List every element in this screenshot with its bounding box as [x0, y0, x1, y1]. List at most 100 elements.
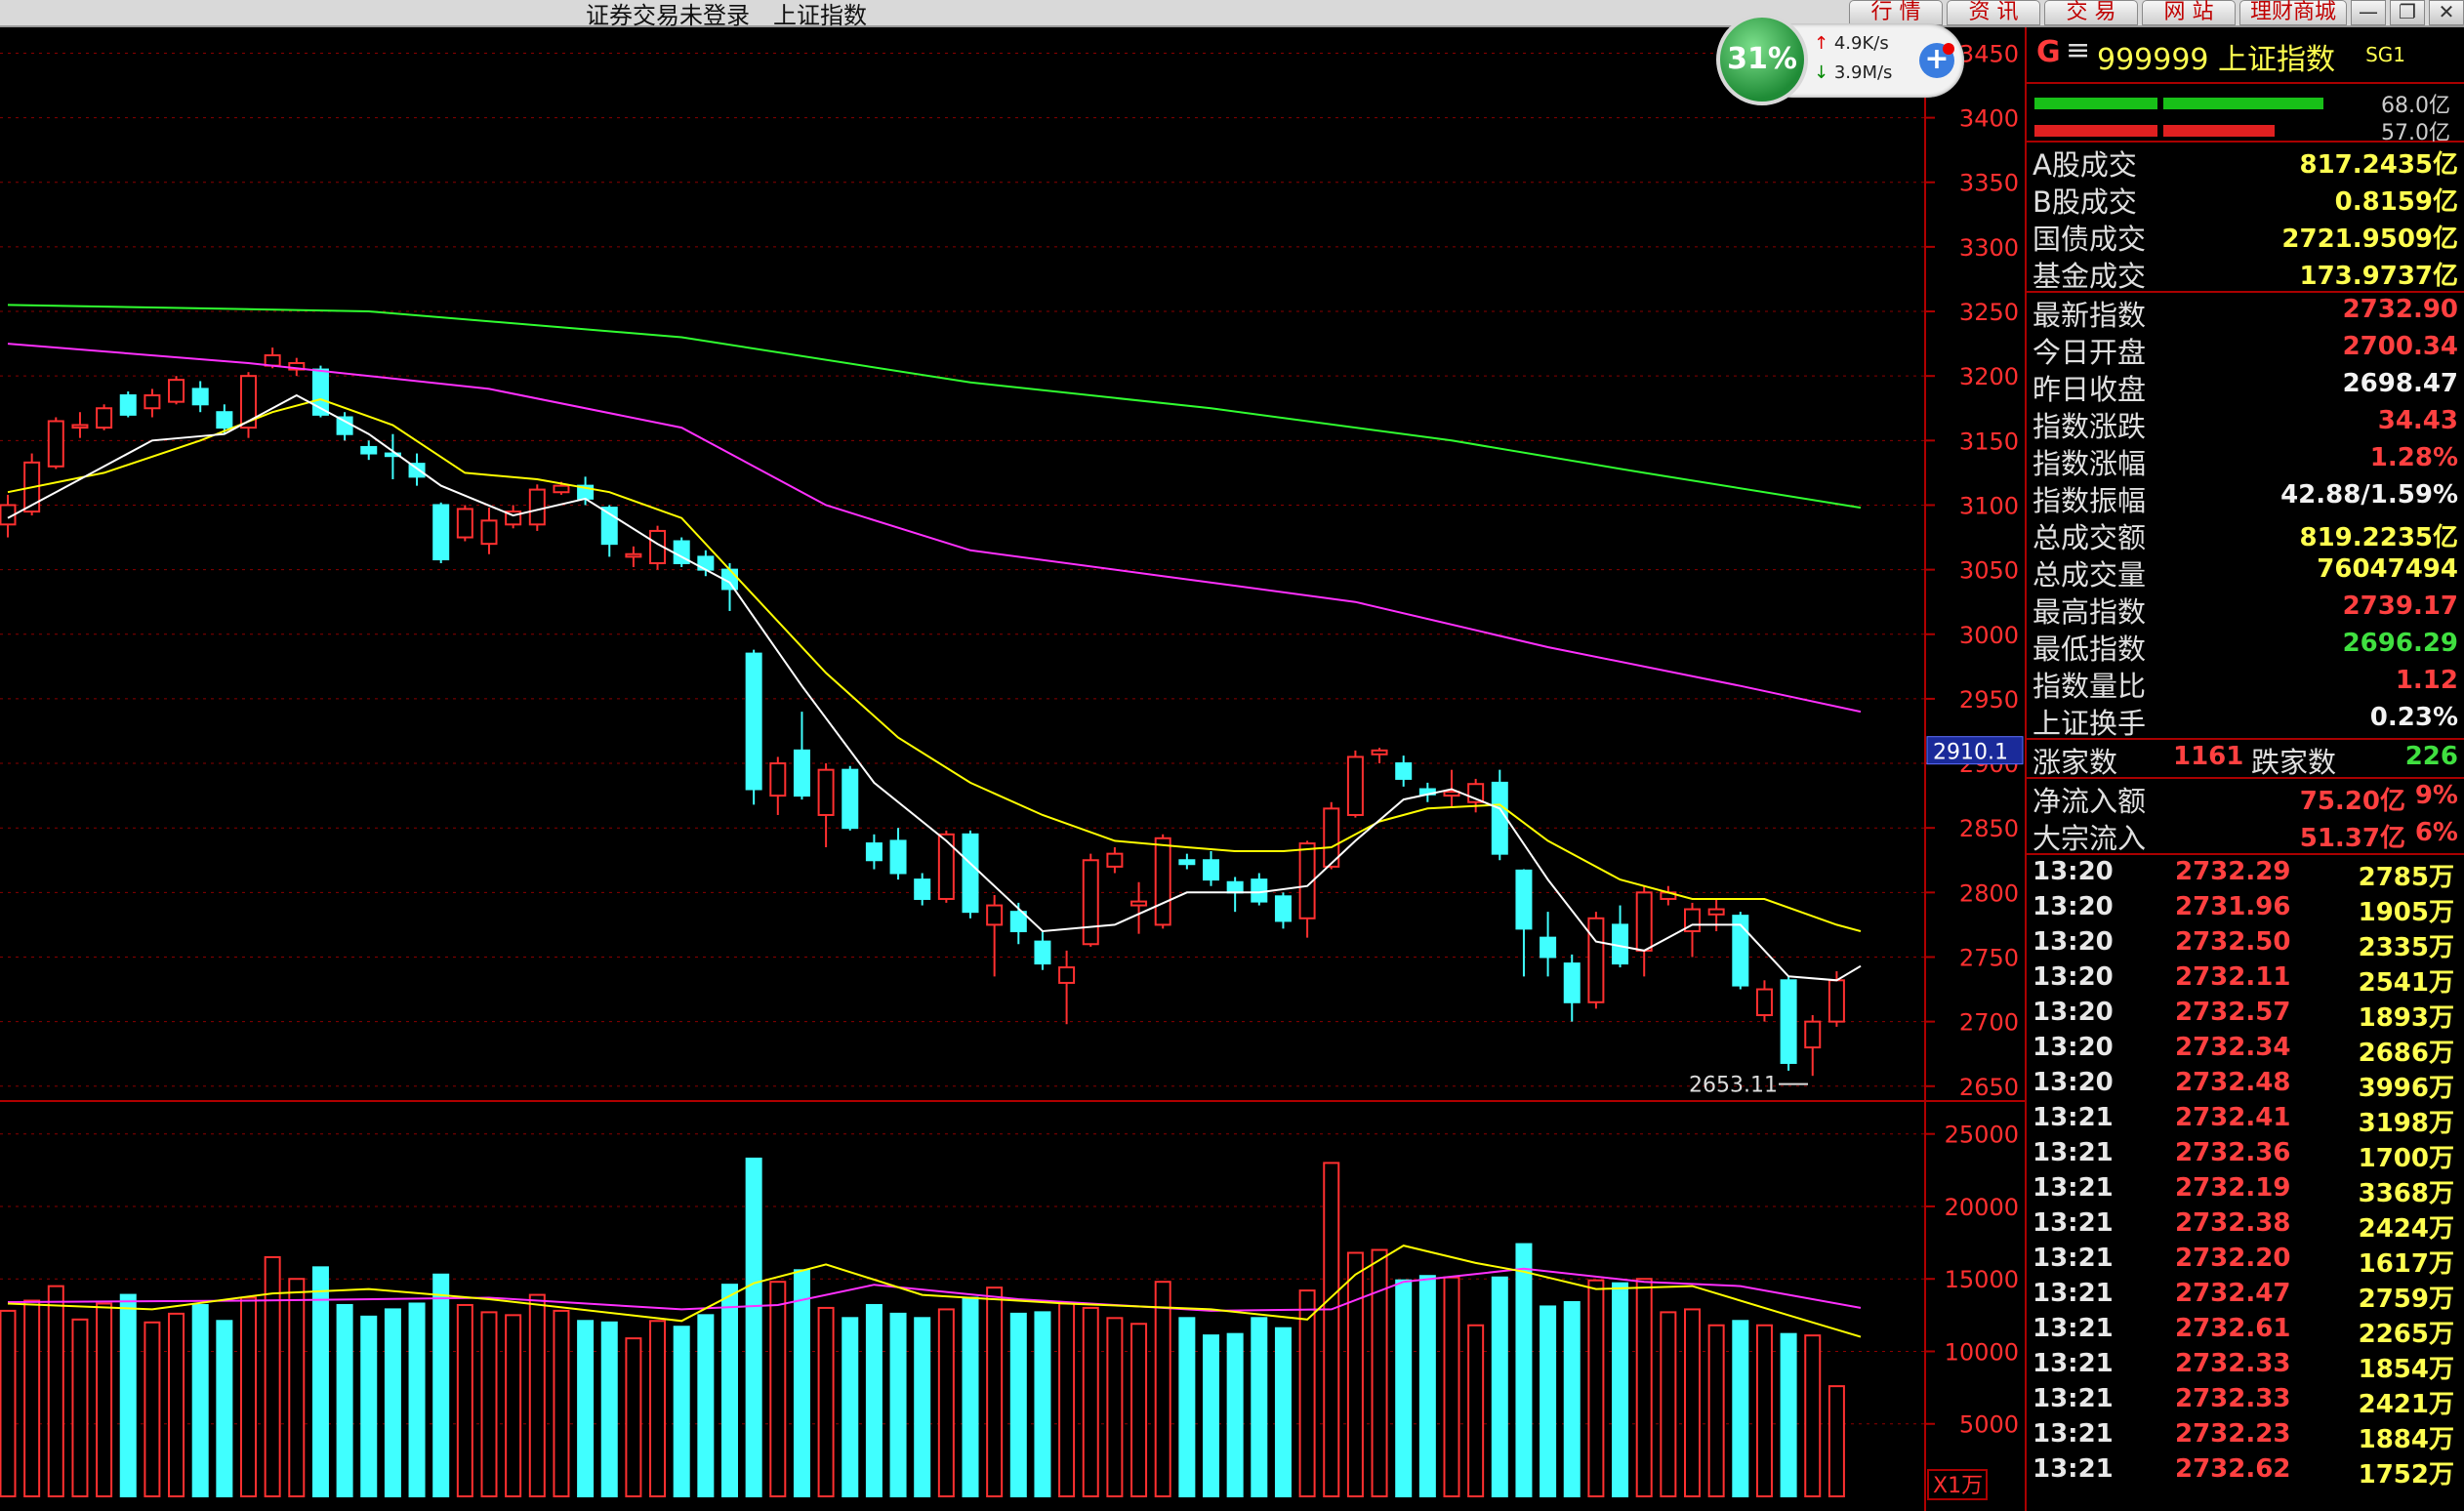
candle-body: [1707, 908, 1725, 916]
volume-bar: [1635, 1278, 1653, 1497]
volume-bar: [0, 1309, 17, 1497]
tick-volume: 2686万: [2358, 1039, 2454, 1068]
stat-label: 今日开盘: [2033, 336, 2147, 369]
price-tick-label: 2850: [1959, 815, 2019, 842]
volume-bar: [1804, 1334, 1822, 1497]
volume-bar: [336, 1303, 353, 1498]
minimize-button[interactable]: —: [2351, 0, 2386, 25]
volume-bar: [408, 1302, 426, 1497]
volume-bar: [1827, 1385, 1845, 1498]
volume-bar: [168, 1312, 185, 1498]
volume-bar: [1082, 1306, 1099, 1497]
volume-bar: [480, 1311, 498, 1497]
inout-bars: 68.0亿 57.0亿: [2027, 84, 2464, 145]
close-button[interactable]: ✕: [2429, 0, 2464, 25]
stat-label: 指数量比: [2033, 670, 2147, 703]
tick-time: 13:21: [2033, 1454, 2114, 1484]
cpu-percent: 31%: [1716, 14, 1808, 105]
volume-bar: [1178, 1317, 1196, 1498]
volume-bar: [528, 1293, 546, 1497]
candle-body: [1755, 988, 1773, 1017]
candle-body: [1491, 781, 1508, 855]
volume-bar: [505, 1314, 522, 1497]
tick-row: 13:20 2732.50 2335万: [2027, 925, 2464, 962]
price-tick-label: 3350: [1959, 170, 2019, 197]
candle-body: [937, 833, 955, 900]
candle-body: [1346, 756, 1364, 816]
candle-body: [1587, 917, 1605, 1003]
advance-label: 涨家数: [2033, 746, 2118, 779]
candle-body: [1371, 749, 1388, 756]
flow-row: 大宗流入 51.37亿 6%: [2027, 816, 2464, 855]
stat-value: 2696.29: [2342, 629, 2458, 658]
stat-row: 最新指数 2732.90: [2027, 293, 2464, 332]
candle-body: [528, 488, 546, 526]
price-tick-label: 3200: [1959, 363, 2019, 390]
stat-value: 2721.9509亿: [2281, 225, 2458, 254]
tick-time: 13:21: [2033, 1279, 2114, 1308]
candle-body: [1226, 880, 1244, 894]
volume-bar: [1274, 1327, 1292, 1497]
stat-value: 2739.17: [2342, 592, 2458, 621]
tick-time: 13:20: [2033, 892, 2114, 921]
menu-website[interactable]: 网 站: [2141, 0, 2236, 25]
network-speed-widget[interactable]: 31% ↑ 4.9K/s ↓ 3.9M/s +: [1716, 14, 1964, 105]
tick-row: 13:21 2732.36 1700万: [2027, 1136, 2464, 1173]
tick-time: 13:21: [2033, 1173, 2114, 1203]
tick-volume: 3198万: [2358, 1109, 2454, 1138]
menu-mall[interactable]: 理财商城: [2238, 0, 2347, 25]
stat-row: 指数涨跌 34.43: [2027, 404, 2464, 443]
volume-bar: [1034, 1311, 1051, 1497]
volume-bar: [697, 1314, 715, 1497]
tick-price: 2732.50: [2175, 927, 2291, 957]
stat-row: 指数振幅 42.88/1.59%: [2027, 478, 2464, 517]
stat-row: 今日开盘 2700.34: [2027, 330, 2464, 369]
volume-bar: [962, 1296, 979, 1498]
volume-bar: [1130, 1323, 1148, 1497]
volume-tick-label: 5000: [1959, 1411, 2019, 1439]
tick-row: 13:21 2732.20 1617万: [2027, 1242, 2464, 1279]
candle-body: [480, 519, 498, 546]
tick-price: 2732.33: [2175, 1349, 2291, 1378]
tick-row: 13:20 2732.34 2686万: [2027, 1031, 2464, 1068]
tick-volume: 3368万: [2358, 1179, 2454, 1208]
volume-bar: [1755, 1324, 1773, 1498]
kline-chart[interactable]: 3450 3400 3350 3300 3250 3200 3150 3100 3050 3000…: [0, 27, 2025, 1511]
stat-value: 0.8159亿: [2334, 187, 2458, 217]
volume-bar: [1323, 1162, 1340, 1497]
volume-bar: [1540, 1305, 1557, 1498]
stat-value: 76047494: [2317, 554, 2458, 584]
stat-label: 上证换手: [2033, 707, 2147, 740]
volume-bar: [745, 1157, 762, 1498]
tick-price: 2732.33: [2175, 1384, 2291, 1413]
flow-value: 51.37亿: [2299, 824, 2405, 853]
stat-row: 指数涨幅 1.28%: [2027, 441, 2464, 480]
candle-body: [1274, 895, 1292, 922]
stat-row: 昨日收盘 2698.47: [2027, 367, 2464, 406]
advance-decline-row: 涨家数 1161 跌家数 226: [2027, 740, 2464, 779]
stat-label: 基金成交: [2033, 260, 2147, 293]
stat-row: 上证换手 0.23%: [2027, 701, 2464, 740]
volume-bar: [649, 1320, 667, 1498]
arrow-down-icon: ↓: [1814, 62, 1829, 83]
volume-bar: [1587, 1279, 1605, 1497]
tick-price: 2731.96: [2175, 892, 2291, 921]
restore-button[interactable]: ❐: [2390, 0, 2425, 25]
price-tick-label: 2700: [1959, 1009, 2019, 1037]
volume-bar: [1732, 1320, 1749, 1498]
flow-label: 净流入额: [2033, 785, 2147, 818]
volume-bar: [1203, 1334, 1219, 1497]
tick-time: 13:21: [2033, 1208, 2114, 1238]
stat-value: 1.28%: [2369, 443, 2458, 472]
tick-time: 13:21: [2033, 1349, 2114, 1378]
candle-body: [1009, 911, 1027, 933]
candle-body: [889, 839, 907, 875]
inflow-bar-2: [2163, 98, 2323, 109]
tick-list[interactable]: 13:20 2732.29 2785万 13:20 2731.96 1905万 13:20 2…: [2027, 855, 2464, 1490]
candle-body: [1130, 900, 1148, 907]
candle-body: [1515, 869, 1533, 930]
candle-body: [553, 484, 570, 494]
volume-bar: [1563, 1300, 1581, 1498]
menu-icon[interactable]: ≡: [2066, 33, 2090, 67]
menu-trade[interactable]: 交 易: [2043, 0, 2138, 25]
